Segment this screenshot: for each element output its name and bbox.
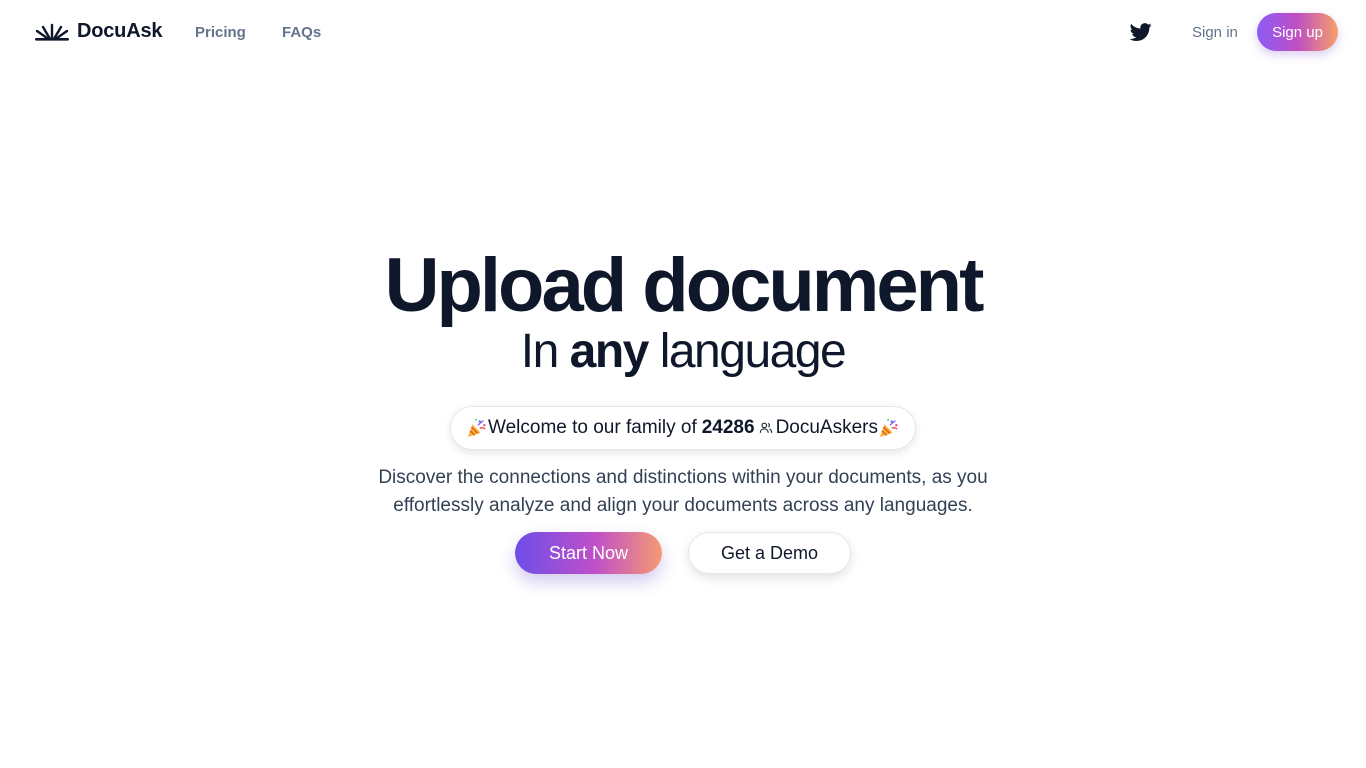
- signup-button[interactable]: Sign up: [1257, 13, 1338, 51]
- logo-link[interactable]: DocuAsk: [34, 20, 162, 43]
- welcome-suffix: DocuAskers: [775, 417, 878, 438]
- start-now-button[interactable]: Start Now: [515, 532, 662, 574]
- welcome-badge: Welcome to our family of 24286 DocuAsker…: [450, 406, 916, 450]
- hero-description: Discover the connections and distinction…: [0, 464, 1366, 520]
- signin-link[interactable]: Sign in: [1192, 24, 1238, 41]
- description-line: Discover the connections and distinction…: [378, 467, 988, 488]
- hero-subtitle: In any language: [0, 324, 1366, 380]
- users-icon: [759, 422, 772, 433]
- site-header: DocuAsk Pricing FAQs Sign in Sign up: [0, 0, 1366, 64]
- welcome-prefix: Welcome to our family of: [488, 417, 697, 438]
- member-count: 24286: [701, 417, 755, 438]
- subtitle-suffix: language: [647, 325, 847, 378]
- twitter-icon[interactable]: [1129, 21, 1152, 43]
- nav-pricing-link[interactable]: Pricing: [195, 24, 246, 41]
- hero-title: Upload document: [384, 243, 985, 328]
- get-demo-button[interactable]: Get a Demo: [688, 532, 851, 574]
- subtitle-emphasis: any: [569, 325, 650, 378]
- party-popper-icon: [467, 418, 486, 438]
- party-popper-icon: [879, 418, 898, 438]
- description-line: effortlessly analyze and align your docu…: [393, 495, 973, 516]
- subtitle-prefix: In: [520, 325, 570, 378]
- brand-name: DocuAsk: [77, 20, 163, 42]
- sunrise-logo-icon: [35, 23, 69, 41]
- nav-faqs-link[interactable]: FAQs: [282, 24, 321, 41]
- landing-page: DocuAsk Pricing FAQs Sign in Sign up Upl…: [0, 0, 1366, 768]
